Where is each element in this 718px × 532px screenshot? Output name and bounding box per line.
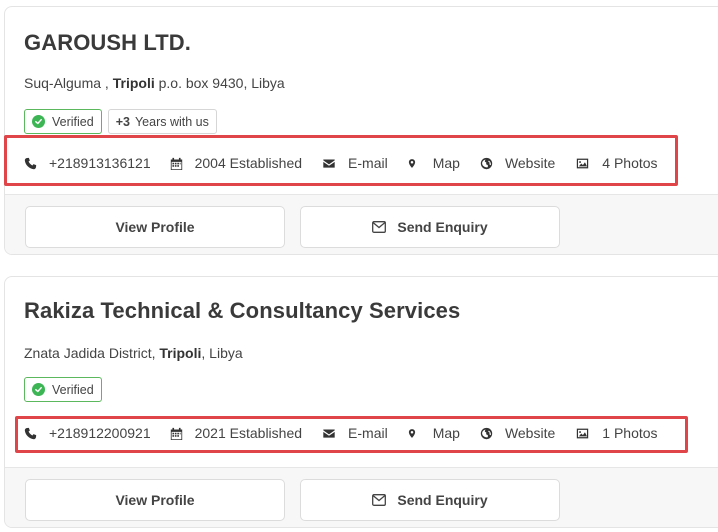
company-title[interactable]: GAROUSH LTD. [24, 30, 191, 56]
address-rest: , Libya [201, 345, 243, 361]
calendar-icon [170, 427, 182, 440]
send-enquiry-label: Send Enquiry [397, 492, 488, 508]
verified-label: Verified [52, 382, 94, 397]
send-enquiry-label: Send Enquiry [397, 219, 488, 235]
envelope-icon [323, 158, 335, 168]
view-profile-button[interactable]: View Profile [25, 206, 285, 248]
contact-info-row: +218912200921 2021 Established E-mail Ma… [24, 425, 658, 441]
envelope-outline-icon [372, 221, 387, 233]
map-link[interactable]: Map [407, 155, 460, 171]
map-label: Map [432, 155, 460, 171]
photos-count: 1 Photos [602, 425, 658, 441]
years-badge: +3 Years with us [107, 109, 217, 134]
badge-row: Verified [24, 377, 102, 402]
check-circle-icon [32, 383, 45, 396]
established-item: 2004 Established [170, 155, 302, 171]
listing-card: GAROUSH LTD. Suq-Alguma , Tripoli p.o. b… [4, 6, 718, 255]
email-label: E-mail [348, 425, 388, 441]
address-city: Tripoli [159, 345, 202, 361]
phone-number: +218912200921 [49, 425, 151, 441]
phone-item[interactable]: +218912200921 [24, 425, 151, 441]
address-city: Tripoli [112, 75, 155, 91]
address-street: Znata Jadida District, [24, 345, 160, 361]
listing-card-footer: View Profile Send Enquiry [5, 194, 718, 254]
globe-icon [480, 157, 493, 169]
company-address: Suq-Alguma , Tripoli p.o. box 9430, Liby… [24, 75, 285, 91]
phone-item[interactable]: +218913136121 [24, 155, 151, 171]
phone-number: +218913136121 [49, 155, 151, 171]
calendar-icon [170, 157, 182, 170]
map-label: Map [432, 425, 460, 441]
image-icon [577, 428, 589, 438]
listing-card-footer: View Profile Send Enquiry [5, 467, 718, 527]
years-count: +3 [115, 114, 130, 129]
send-enquiry-button[interactable]: Send Enquiry [300, 479, 560, 521]
send-enquiry-button[interactable]: Send Enquiry [300, 206, 560, 248]
map-marker-icon [408, 158, 415, 168]
map-marker-icon [408, 428, 415, 438]
email-label: E-mail [348, 155, 388, 171]
listing-card-body: Rakiza Technical & Consultancy Services … [5, 277, 718, 467]
verified-label: Verified [52, 114, 94, 129]
email-link[interactable]: E-mail [322, 425, 388, 441]
envelope-outline-icon [372, 494, 387, 506]
badge-row: Verified +3 Years with us [24, 109, 217, 134]
map-link[interactable]: Map [407, 425, 460, 441]
email-link[interactable]: E-mail [322, 155, 388, 171]
listing-card-body: GAROUSH LTD. Suq-Alguma , Tripoli p.o. b… [5, 7, 718, 197]
established-item: 2021 Established [170, 425, 302, 441]
check-circle-icon [32, 115, 45, 128]
established-year: 2004 Established [194, 155, 303, 171]
envelope-icon [323, 428, 335, 438]
photos-count: 4 Photos [602, 155, 658, 171]
website-label: Website [504, 155, 556, 171]
contact-info-row: +218913136121 2004 Established E-mail Ma… [24, 155, 658, 171]
established-year: 2021 Established [194, 425, 303, 441]
address-street: Suq-Alguma , [24, 75, 113, 91]
company-address: Znata Jadida District, Tripoli, Libya [24, 345, 243, 361]
company-title[interactable]: Rakiza Technical & Consultancy Services [24, 298, 460, 324]
verified-badge: Verified [24, 109, 102, 134]
address-rest: p.o. box 9430, Libya [154, 75, 285, 91]
years-label: Years with us [134, 114, 209, 129]
website-label: Website [504, 425, 556, 441]
image-icon [577, 158, 589, 168]
website-link[interactable]: Website [480, 155, 555, 171]
photos-link[interactable]: 4 Photos [575, 155, 658, 171]
globe-icon [480, 427, 493, 439]
photos-link[interactable]: 1 Photos [575, 425, 658, 441]
website-link[interactable]: Website [480, 425, 555, 441]
verified-badge: Verified [24, 377, 102, 402]
phone-icon [24, 427, 37, 439]
listing-card: Rakiza Technical & Consultancy Services … [4, 276, 718, 528]
view-profile-button[interactable]: View Profile [25, 479, 285, 521]
phone-icon [24, 157, 37, 169]
